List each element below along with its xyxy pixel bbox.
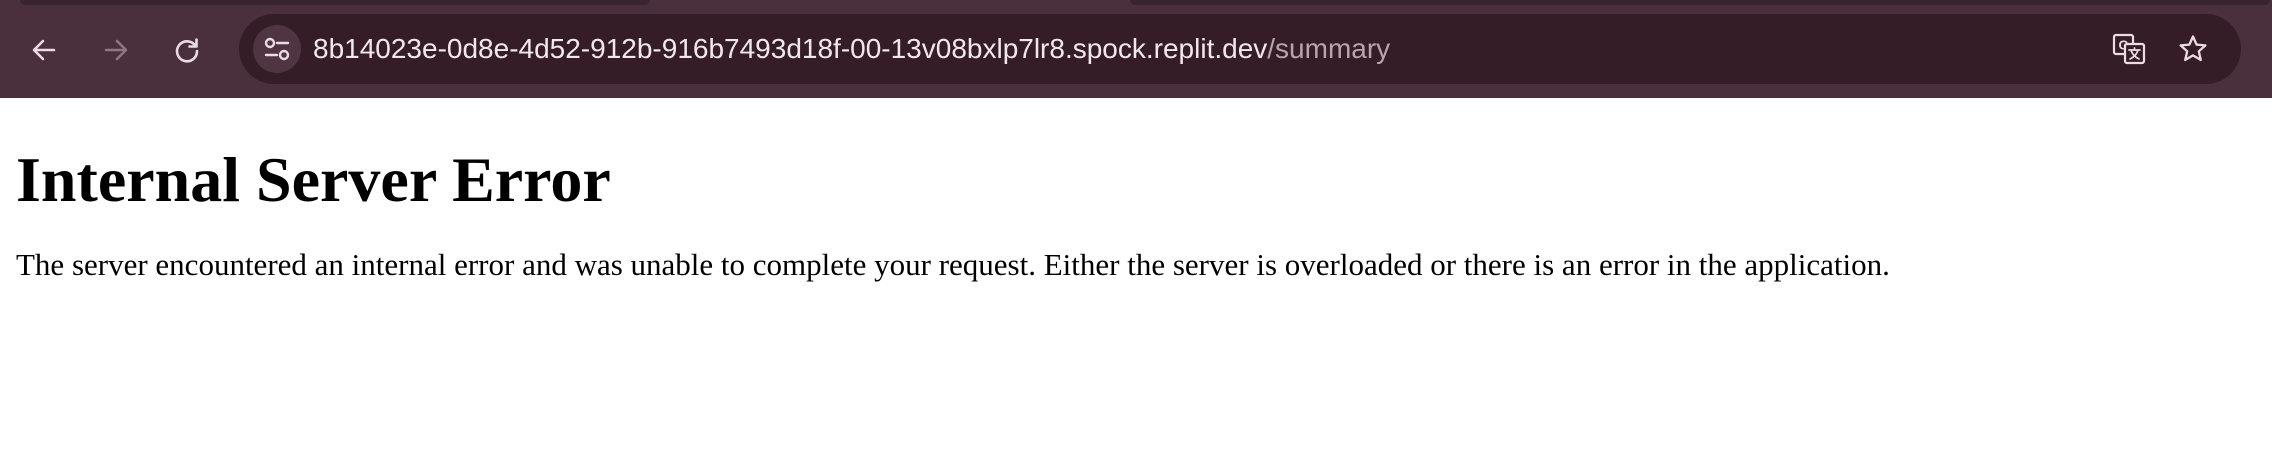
- tab-strip-edge: [20, 0, 650, 5]
- arrow-left-icon: [32, 39, 56, 61]
- site-info-button[interactable]: [253, 25, 301, 73]
- forward-button[interactable]: [92, 26, 140, 74]
- bookmark-button[interactable]: [2169, 25, 2217, 73]
- address-bar[interactable]: 8b14023e-0d8e-4d52-912b-916b7493d18f-00-…: [239, 14, 2241, 84]
- back-button[interactable]: [20, 26, 68, 74]
- browser-toolbar: 8b14023e-0d8e-4d52-912b-916b7493d18f-00-…: [0, 0, 2272, 98]
- error-heading: Internal Server Error: [16, 144, 611, 215]
- url-text[interactable]: 8b14023e-0d8e-4d52-912b-916b7493d18f-00-…: [313, 14, 1390, 84]
- url-path: /summary: [1267, 33, 1391, 64]
- star-icon: [2179, 35, 2207, 62]
- translate-icon: G: [2112, 33, 2146, 65]
- translate-button[interactable]: G: [2105, 25, 2153, 73]
- reload-icon: [175, 38, 199, 63]
- error-message: The server encountered an internal error…: [16, 247, 1890, 282]
- url-host: 8b14023e-0d8e-4d52-912b-916b7493d18f-00-…: [313, 33, 1268, 64]
- reload-button[interactable]: [163, 26, 211, 74]
- tab-strip-edge: [1130, 0, 2270, 5]
- tune-icon: [264, 37, 290, 61]
- arrow-right-icon: [104, 39, 128, 61]
- page-content: Internal Server Error The server encount…: [16, 98, 2256, 284]
